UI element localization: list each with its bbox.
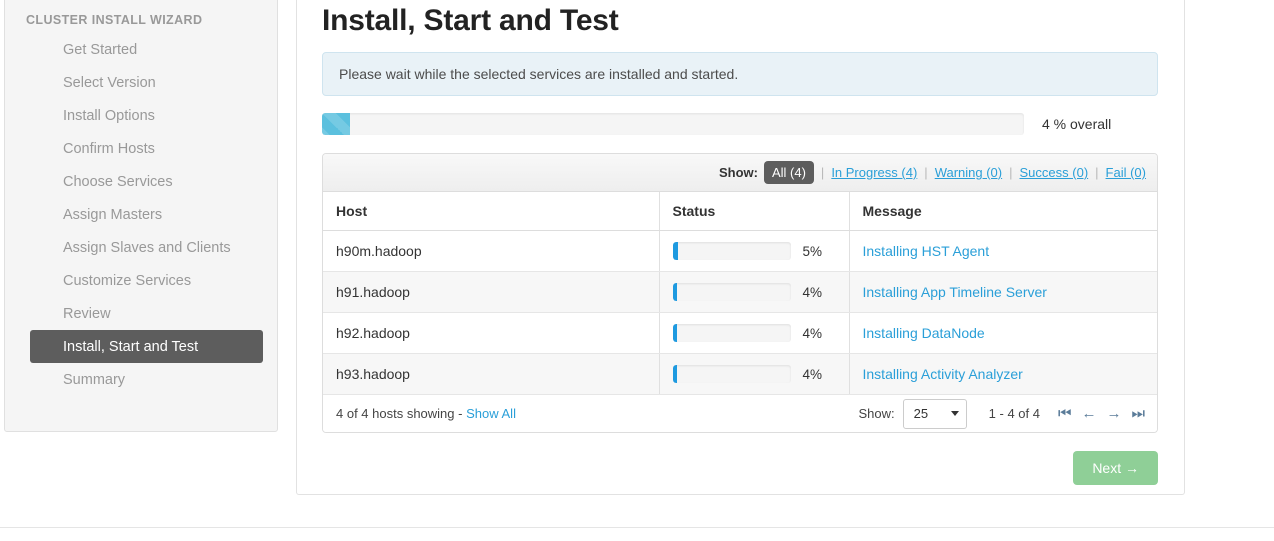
previous-page-icon[interactable]: ← [1081, 406, 1096, 421]
page-size-select[interactable]: 25 [902, 398, 967, 429]
cell-status: 4% [658, 271, 850, 313]
row-progress-group: 4% [672, 283, 849, 301]
hosts-table-head: Host Status Message [323, 192, 1157, 231]
row-progress-label: 5% [802, 243, 823, 259]
sidebar-item-choose-services[interactable]: Choose Services [30, 165, 256, 198]
show-all-link[interactable]: Show All [466, 406, 516, 421]
filter-separator: | [820, 165, 825, 180]
last-page-icon[interactable]: ⏭ [1131, 406, 1145, 421]
row-progress-label: 4% [802, 284, 823, 300]
row-progress-bar [672, 242, 791, 260]
column-header-message[interactable]: Message [849, 192, 1157, 231]
sidebar-item-get-started[interactable]: Get Started [30, 33, 256, 66]
page-size-label: Show: [858, 406, 895, 421]
overall-progress-label: 4 % overall [1042, 116, 1112, 132]
filter-show-label: Show: [718, 165, 758, 180]
message-link[interactable]: Installing HST Agent [863, 243, 990, 259]
table-footer: 4 of 4 hosts showing - Show All Show: 25… [323, 395, 1157, 432]
row-progress-fill [672, 283, 678, 301]
message-link[interactable]: Installing Activity Analyzer [863, 366, 1023, 382]
filter-fail[interactable]: Fail (0) [1106, 165, 1146, 180]
page-root: CLUSTER INSTALL WIZARD Get Started Selec… [0, 0, 1274, 541]
cell-message: Installing HST Agent [849, 230, 1157, 272]
row-progress-bar [672, 283, 791, 301]
cell-message: Installing DataNode [849, 312, 1157, 354]
wizard-sidebar: CLUSTER INSTALL WIZARD Get Started Selec… [4, 0, 278, 432]
filter-separator: | [924, 165, 928, 180]
pagination-group: Show: 25 1 - 4 of 4 ⏮ ← → ⏭ [858, 398, 1145, 429]
sidebar-item-install-options[interactable]: Install Options [30, 99, 256, 132]
cell-status: 5% [658, 230, 850, 272]
next-button-row: Next → [297, 433, 1184, 485]
cell-message: Installing Activity Analyzer [849, 353, 1157, 395]
row-progress-group: 4% [672, 324, 849, 342]
table-row: h93.hadoop 4% Installing Activity Analyz… [323, 353, 1157, 395]
message-link[interactable]: Installing DataNode [863, 325, 985, 341]
wizard-step-list: Get Started Select Version Install Optio… [5, 33, 277, 396]
sidebar-item-select-version[interactable]: Select Version [30, 66, 256, 99]
next-button[interactable]: Next → [1073, 451, 1158, 485]
sidebar-item-customize-services[interactable]: Customize Services [30, 264, 256, 297]
status-filter-bar: Show: All (4) | In Progress (4) | Warnin… [323, 154, 1157, 192]
cell-host: h90m.hadoop [323, 230, 659, 272]
cell-host: h92.hadoop [323, 312, 659, 354]
sidebar-item-confirm-hosts[interactable]: Confirm Hosts [30, 132, 256, 165]
sidebar-item-install-start-and-test[interactable]: Install, Start and Test [30, 330, 263, 363]
cell-status: 4% [658, 312, 850, 354]
sidebar-title: CLUSTER INSTALL WIZARD [26, 13, 203, 27]
filter-all[interactable]: All (4) [763, 161, 814, 184]
bottom-divider [0, 527, 1274, 528]
content-panel: Install, Start and Test Please wait whil… [296, 0, 1185, 495]
cell-status: 4% [658, 353, 850, 395]
row-progress-bar [672, 365, 791, 383]
page-size-value: 25 [913, 406, 929, 421]
column-header-host[interactable]: Host [323, 192, 659, 231]
cell-message: Installing App Timeline Server [849, 271, 1157, 313]
table-header-row: Host Status Message [323, 192, 1157, 231]
column-header-status[interactable]: Status [658, 192, 850, 231]
sidebar-item-review[interactable]: Review [30, 297, 256, 330]
overall-progress-fill [322, 113, 351, 135]
cell-host: h91.hadoop [323, 271, 659, 313]
row-progress-group: 5% [672, 242, 849, 260]
footer-summary-group: 4 of 4 hosts showing - Show All [336, 406, 859, 421]
filter-separator: | [1009, 165, 1013, 180]
page-title: Install, Start and Test [322, 4, 619, 37]
cell-host: h93.hadoop [323, 353, 659, 395]
hosts-table-body: h90m.hadoop 5% Installing HST Agent h91.… [323, 230, 1157, 395]
row-progress-fill [672, 365, 678, 383]
filter-warning[interactable]: Warning (0) [935, 165, 1002, 180]
hosts-table-box: Show: All (4) | In Progress (4) | Warnin… [322, 153, 1158, 433]
row-progress-label: 4% [802, 325, 823, 341]
table-row: h92.hadoop 4% Installing DataNode [323, 312, 1157, 354]
sidebar-item-summary[interactable]: Summary [30, 363, 256, 396]
filter-separator: | [1095, 165, 1099, 180]
row-progress-fill [672, 242, 679, 260]
row-progress-group: 4% [672, 365, 849, 383]
next-page-icon[interactable]: → [1106, 406, 1121, 421]
pagination-buttons: ⏮ ← → ⏭ [1058, 406, 1145, 421]
overall-progress-row: 4 % overall [322, 113, 1158, 135]
table-row: h90m.hadoop 5% Installing HST Agent [323, 230, 1157, 272]
overall-progress-bar [322, 113, 1024, 135]
chevron-down-icon [950, 411, 959, 416]
pagination-range: 1 - 4 of 4 [988, 406, 1040, 421]
hosts-showing-label: 4 of 4 hosts showing - [336, 406, 463, 421]
info-alert: Please wait while the selected services … [322, 52, 1158, 96]
filter-in-progress[interactable]: In Progress (4) [831, 165, 917, 180]
first-page-icon[interactable]: ⏮ [1058, 406, 1072, 421]
row-progress-bar [672, 324, 791, 342]
table-row: h91.hadoop 4% Installing App Timeline Se… [323, 271, 1157, 313]
hosts-table: Host Status Message h90m.hadoop 5% Insta… [323, 192, 1157, 395]
sidebar-item-assign-slaves-and-clients[interactable]: Assign Slaves and Clients [30, 231, 256, 264]
filter-success[interactable]: Success (0) [1020, 165, 1089, 180]
message-link[interactable]: Installing App Timeline Server [863, 284, 1047, 300]
row-progress-label: 4% [802, 366, 823, 382]
sidebar-item-assign-masters[interactable]: Assign Masters [30, 198, 256, 231]
row-progress-fill [672, 324, 678, 342]
